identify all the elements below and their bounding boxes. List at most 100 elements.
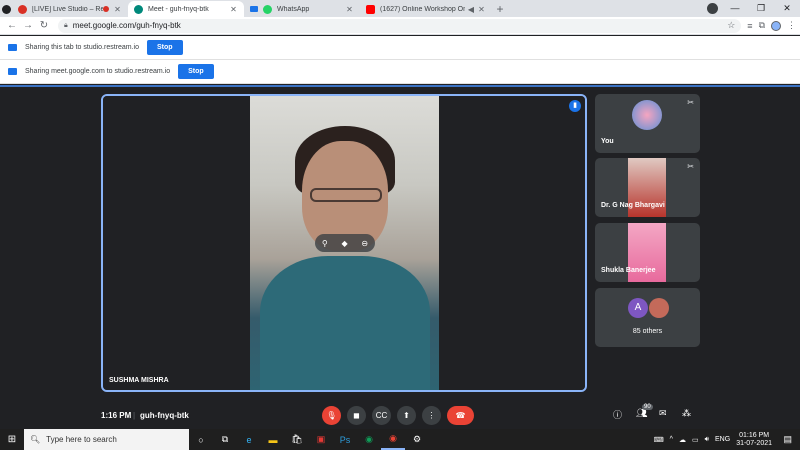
back-icon[interactable]: ← [4, 20, 20, 31]
profile-avatar[interactable] [771, 20, 781, 31]
mail-icon[interactable]: ▣ [309, 434, 333, 445]
minimize-icon[interactable]: — [722, 0, 748, 17]
tab-restream[interactable]: [LIVE] Live Studio – Restre ✕ [12, 1, 128, 17]
mic-toggle-button[interactable]: 🎙︎ [322, 406, 341, 425]
close-tab-icon[interactable]: ✕ [229, 5, 238, 14]
pin-icon[interactable]: ⚲ [322, 239, 328, 248]
address-bar-row: ← → ↻ 🔒︎ meet.google.com/guh-fnyq-btk ☆ … [0, 17, 800, 35]
participant-name: You [601, 138, 614, 145]
task-view-icon[interactable]: ⧉ [213, 434, 237, 445]
meet-favicon-icon [134, 4, 143, 14]
tab-search-icon[interactable] [0, 1, 12, 17]
url-text: meet.google.com/guh-fnyq-btk [72, 21, 181, 30]
participant-tile[interactable]: Shukla Banerjee [595, 223, 700, 282]
others-count: 85 others [632, 328, 663, 335]
audio-icon[interactable]: ◀ [465, 5, 477, 14]
avatar [632, 100, 662, 130]
bookmark-star-icon[interactable]: ☆ [727, 20, 735, 31]
youtube-favicon-icon [366, 4, 375, 14]
participants-badge: 90 [642, 404, 653, 410]
people-icon[interactable]: 👥︎ 90 [636, 404, 653, 419]
remove-icon[interactable]: ⊖ [361, 239, 368, 248]
clock[interactable]: 01:16 PM 31-07-2021 [736, 432, 772, 448]
chrome-active-icon[interactable]: ◉ [381, 429, 405, 450]
network-icon[interactable]: ▭ [692, 436, 699, 444]
taskbar-search-box[interactable]: 🔍︎ Type here to search [24, 429, 189, 450]
maximize-icon[interactable]: ❐ [748, 0, 774, 17]
reload-icon[interactable]: ↻ [36, 20, 52, 31]
tab-whatsapp[interactable]: WhatsApp ✕ [244, 1, 360, 17]
stop-sharing-button[interactable]: Stop [178, 64, 214, 79]
sharing-text: Sharing meet.google.com to studio.restre… [25, 68, 171, 75]
others-tile[interactable]: A 85 others [595, 288, 700, 347]
tab-search-button[interactable] [707, 3, 718, 14]
close-tab-icon[interactable]: ✕ [113, 5, 122, 14]
meeting-code: guh-fnyq-btk [140, 411, 189, 420]
present-button[interactable]: ⬆ [397, 406, 416, 425]
onedrive-icon[interactable]: ☁ [679, 436, 686, 444]
new-tab-button[interactable]: + [492, 1, 508, 17]
windows-start-icon[interactable]: ⊞ [0, 434, 24, 445]
extensions-icon[interactable]: ⧉ [759, 20, 765, 31]
url-field[interactable]: 🔒︎ meet.google.com/guh-fnyq-btk ☆ [58, 18, 742, 33]
sharing-text: Sharing this tab to studio.restream.io [25, 44, 140, 51]
lock-icon[interactable]: 🔒︎ [64, 22, 68, 30]
chevron-up-icon[interactable]: ^ [670, 436, 673, 443]
tab-youtube[interactable]: (1627) Online Workshop On ◀ ✕ [360, 1, 492, 17]
window-controls: — ❐ ✕ [722, 0, 800, 17]
captions-button[interactable]: CC [372, 406, 391, 425]
language-indicator[interactable]: ENG [715, 436, 730, 443]
sharing-infobar: Sharing this tab to studio.restream.io S… [0, 36, 800, 60]
windows-taskbar: ⊞ 🔍︎ Type here to search ○ ⧉ e ▬ 🛍︎ ▣ Ps… [0, 429, 800, 450]
tab-meet[interactable]: Meet - guh-fnyq-btk ✕ [128, 1, 244, 17]
casting-icon [250, 6, 258, 12]
meeting-time: 1:16 PM [101, 411, 132, 420]
search-placeholder: Type here to search [46, 435, 117, 444]
tab-title: WhatsApp [277, 5, 310, 13]
participant-tile-you[interactable]: ✂︎ You [595, 94, 700, 153]
browser-tabstrip: [LIVE] Live Studio – Restre ✕ Meet - guh… [0, 0, 800, 17]
close-tab-icon[interactable]: ✕ [477, 5, 486, 14]
system-tray: ⌨ ^ ☁ ▭ 🔊︎ ENG 01:16 PM 31-07-2021 [654, 429, 772, 450]
file-explorer-icon[interactable]: ▬ [261, 435, 285, 445]
camera-toggle-button[interactable]: ◼ [347, 406, 366, 425]
tile-overlay-controls: ⚲ ◆ ⊖ [315, 234, 375, 252]
mic-off-icon: ✂︎ [687, 162, 694, 171]
divider: | [133, 411, 136, 420]
cortana-icon[interactable]: ○ [189, 435, 213, 445]
leave-call-button[interactable]: ☎ [447, 406, 474, 425]
clock-date: 31-07-2021 [736, 439, 772, 447]
notification-center-icon[interactable]: ▤ [783, 434, 792, 445]
meet-control-bar: 1:16 PM | guh-fnyq-btk 🎙︎ ◼ CC ⬆ ⋮ ☎ ⓘ 👥… [0, 402, 800, 429]
participant-tile[interactable]: ✂︎ Dr. G Nag Bhargavi [595, 158, 700, 217]
menu-kebab-icon[interactable]: ⋮ [787, 20, 796, 31]
restream-favicon-icon [18, 4, 27, 14]
avatar [649, 298, 669, 318]
tab-title: Meet - guh-fnyq-btk [148, 5, 209, 13]
meet-stage: ⚲ ◆ ⊖ ▮ SUSHMA MISHRA ✂︎ You ✂︎ Dr. G Na… [0, 85, 800, 427]
stop-sharing-button[interactable]: Stop [147, 40, 183, 55]
info-icon[interactable]: ⓘ [613, 408, 622, 421]
keyboard-icon[interactable]: ⌨ [654, 436, 664, 444]
participant-name: Dr. G Nag Bhargavi [601, 202, 665, 209]
reading-list-icon[interactable]: ≡ [747, 21, 752, 31]
sharing-infobar: Sharing meet.google.com to studio.restre… [0, 60, 800, 84]
screen-share-icon [8, 68, 17, 75]
edge-icon[interactable]: e [237, 435, 261, 445]
screen-share-icon [8, 44, 17, 51]
settings-icon[interactable]: ⚙ [405, 434, 429, 445]
chrome-icon[interactable]: ◉ [357, 434, 381, 445]
more-options-button[interactable]: ⋮ [422, 406, 441, 425]
mic-off-icon: ✂︎ [687, 98, 694, 107]
close-window-icon[interactable]: ✕ [774, 0, 800, 17]
chat-icon[interactable]: ✉ [659, 408, 667, 419]
store-icon[interactable]: 🛍︎ [285, 434, 309, 445]
main-speaker-video[interactable]: ⚲ ◆ ⊖ ▮ SUSHMA MISHRA [101, 94, 587, 392]
close-tab-icon[interactable]: ✕ [345, 5, 354, 14]
forward-icon[interactable]: → [20, 20, 36, 31]
volume-icon[interactable]: 🔊︎ [705, 436, 709, 444]
activities-icon[interactable]: ⁂ [682, 408, 691, 419]
more-icon[interactable]: ◆ [341, 239, 347, 248]
avatar: A [628, 298, 648, 318]
photoshop-icon[interactable]: Ps [333, 435, 357, 445]
